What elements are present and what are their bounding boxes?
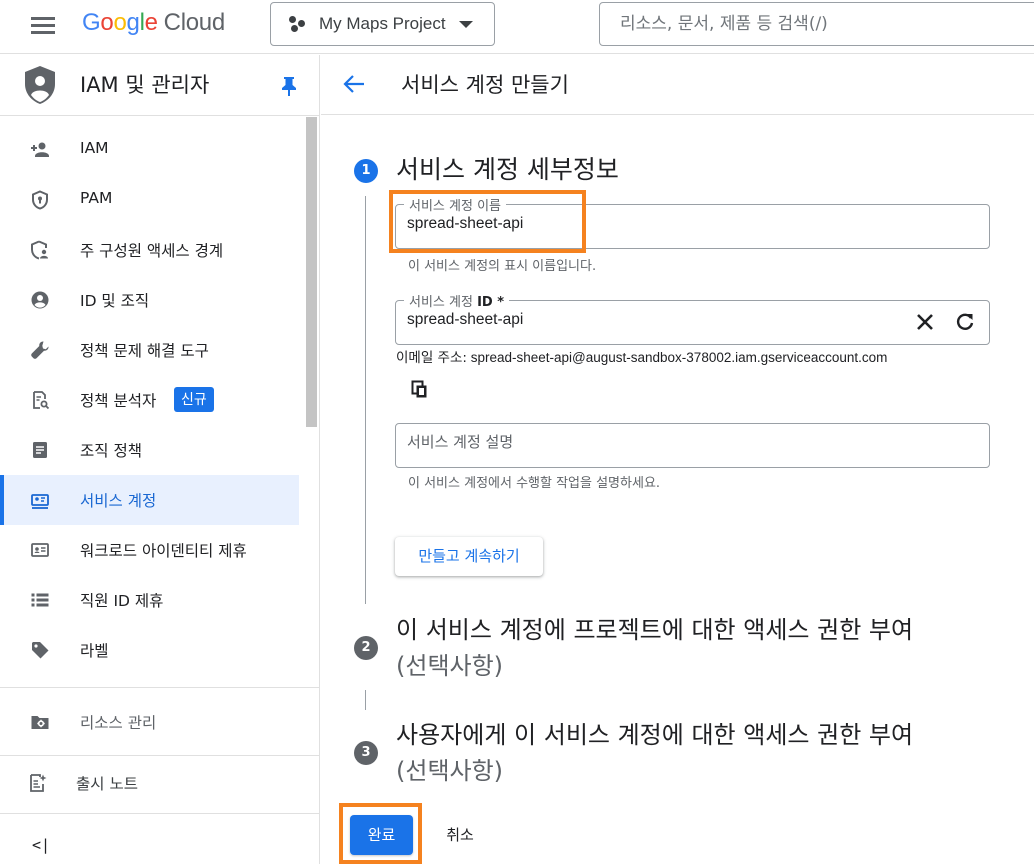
project-picker-button[interactable]: My Maps Project <box>270 2 495 46</box>
sidebar-header: IAM 및 관리자 <box>0 55 319 116</box>
sidebar-item-iam[interactable]: IAM <box>0 125 299 175</box>
service-account-icon <box>31 494 49 509</box>
sidebar-item-policy-troubleshooter[interactable]: 정책 문제 해결 도구 <box>0 325 299 375</box>
sidebar-item-label: PAM <box>80 189 113 207</box>
step-1-number: 1 <box>354 159 378 183</box>
project-name: My Maps Project <box>319 14 446 33</box>
service-account-description-input[interactable] <box>407 434 887 452</box>
iam-shield-icon <box>25 66 55 104</box>
tag-icon <box>32 642 49 659</box>
sidebar-item-label: 서비스 계정 <box>80 492 157 510</box>
refresh-icon[interactable] <box>955 312 975 332</box>
sidebar-item-manage-resources[interactable]: 리소스 관리 <box>0 697 299 747</box>
email-address-line: 이메일 주소: spread-sheet-api@august-sandbox-… <box>396 346 887 366</box>
sidebar-divider <box>0 687 319 688</box>
main-menu-icon[interactable] <box>31 15 55 35</box>
service-account-id-input[interactable] <box>407 311 807 329</box>
email-value: spread-sheet-api@august-sandbox-378002.i… <box>470 350 888 365</box>
sidebar-item-label: IAM <box>80 139 109 157</box>
sidebar: IAM 및 관리자 IAM PAM 주 구성원 액세스 경계 ID 및 조직 정… <box>0 55 320 864</box>
page-title: 서비스 계정 만들기 <box>401 73 569 97</box>
sidebar-item-identity-organization[interactable]: ID 및 조직 <box>0 275 299 325</box>
person-add-icon <box>31 142 49 157</box>
account-circle-icon <box>31 291 49 309</box>
sidebar-divider <box>0 755 319 756</box>
release-notes-icon <box>30 774 47 792</box>
create-and-continue-button[interactable]: 만들고 계속하기 <box>395 537 543 576</box>
step-2-title[interactable]: 이 서비스 계정에 프로젝트에 대한 액세스 권한 부여 (선택사항) <box>396 612 913 684</box>
description-helper-text: 이 서비스 계정에서 수행할 작업을 설명하세요. <box>408 476 661 491</box>
sidebar-item-workload-identity-federation[interactable]: 워크로드 아이덴티티 제휴 <box>0 525 299 575</box>
service-account-name-input[interactable] <box>407 215 887 233</box>
sidebar-item-pam[interactable]: PAM <box>0 175 299 225</box>
sidebar-item-policy-analyzer[interactable]: 정책 분석자 신규 <box>0 375 299 425</box>
new-badge: 신규 <box>174 387 214 412</box>
step-connector-line <box>365 690 366 710</box>
step-2-optional: (선택사항) <box>396 652 504 680</box>
step-2-number: 2 <box>354 636 378 660</box>
sidebar-item-label: ID 및 조직 <box>80 292 150 310</box>
clear-icon[interactable] <box>916 313 934 331</box>
name-helper-text: 이 서비스 계정의 표시 이름입니다. <box>408 259 597 274</box>
folder-gear-icon <box>31 716 49 729</box>
sidebar-item-label: 주 구성원 액세스 경계 <box>80 242 224 260</box>
step-3-title[interactable]: 사용자에게 이 서비스 계정에 대한 액세스 권한 부여 (선택사항) <box>396 717 913 789</box>
sidebar-item-label: 정책 분석자 <box>80 392 157 410</box>
dropdown-caret-icon <box>458 20 473 28</box>
step-3-number: 3 <box>354 741 378 765</box>
document-list-icon <box>33 442 47 458</box>
sidebar-item-release-notes[interactable]: 출시 노트 <box>0 758 299 808</box>
sidebar-item-label: 라벨 <box>80 642 109 660</box>
sidebar-item-label: 조직 정책 <box>80 442 142 460</box>
page-header: 서비스 계정 만들기 <box>321 55 1034 115</box>
search-input[interactable] <box>600 3 1034 45</box>
project-icon <box>289 15 307 33</box>
back-arrow-icon[interactable] <box>343 74 365 94</box>
search-box[interactable] <box>599 2 1034 46</box>
shield-icon <box>32 190 48 210</box>
step-1-title[interactable]: 서비스 계정 세부정보 <box>396 152 619 188</box>
top-bar: Google Cloud My Maps Project <box>0 0 1034 54</box>
policy-analyzer-icon <box>33 391 50 410</box>
sidebar-item-label: 리소스 관리 <box>80 714 157 732</box>
sidebar-title: IAM 및 관리자 <box>80 73 210 97</box>
sidebar-item-service-accounts[interactable]: 서비스 계정 <box>0 475 299 525</box>
step-connector-line <box>365 196 366 604</box>
list-icon <box>31 593 49 607</box>
sidebar-scrollbar[interactable] <box>306 117 317 427</box>
id-card-icon <box>31 543 49 557</box>
sidebar-item-principal-access-boundary[interactable]: 주 구성원 액세스 경계 <box>0 225 299 275</box>
sidebar-item-workforce-identity-federation[interactable]: 직원 ID 제휴 <box>0 575 299 625</box>
sidebar-item-organization-policies[interactable]: 조직 정책 <box>0 425 299 475</box>
service-account-id-field[interactable]: 서비스 계정 ID * <box>395 291 990 345</box>
sidebar-item-label: 정책 문제 해결 도구 <box>80 342 209 360</box>
pin-icon[interactable] <box>281 76 297 96</box>
sidebar-item-label: 출시 노트 <box>76 775 138 793</box>
done-button[interactable]: 완료 <box>350 815 413 855</box>
wrench-icon <box>31 341 49 359</box>
sidebar-divider <box>0 813 319 814</box>
sidebar-item-label: 워크로드 아이덴티티 제휴 <box>80 542 247 560</box>
google-cloud-logo[interactable]: Google Cloud <box>82 9 225 37</box>
collapse-sidebar-button[interactable]: <| <box>32 836 50 854</box>
sidebar-item-labels[interactable]: 라벨 <box>0 625 299 675</box>
service-account-description-field[interactable] <box>395 423 990 468</box>
shield-person-icon <box>31 240 48 260</box>
copy-icon[interactable] <box>411 380 429 400</box>
cancel-button[interactable]: 취소 <box>428 815 492 855</box>
email-label: 이메일 주소: <box>396 350 467 366</box>
field-label: 서비스 계정 이름 <box>404 195 506 214</box>
sidebar-item-label: 직원 ID 제휴 <box>80 592 164 610</box>
field-label: 서비스 계정 ID * <box>404 291 510 310</box>
step-3-optional: (선택사항) <box>396 757 504 785</box>
service-account-name-field[interactable]: 서비스 계정 이름 <box>395 195 990 249</box>
